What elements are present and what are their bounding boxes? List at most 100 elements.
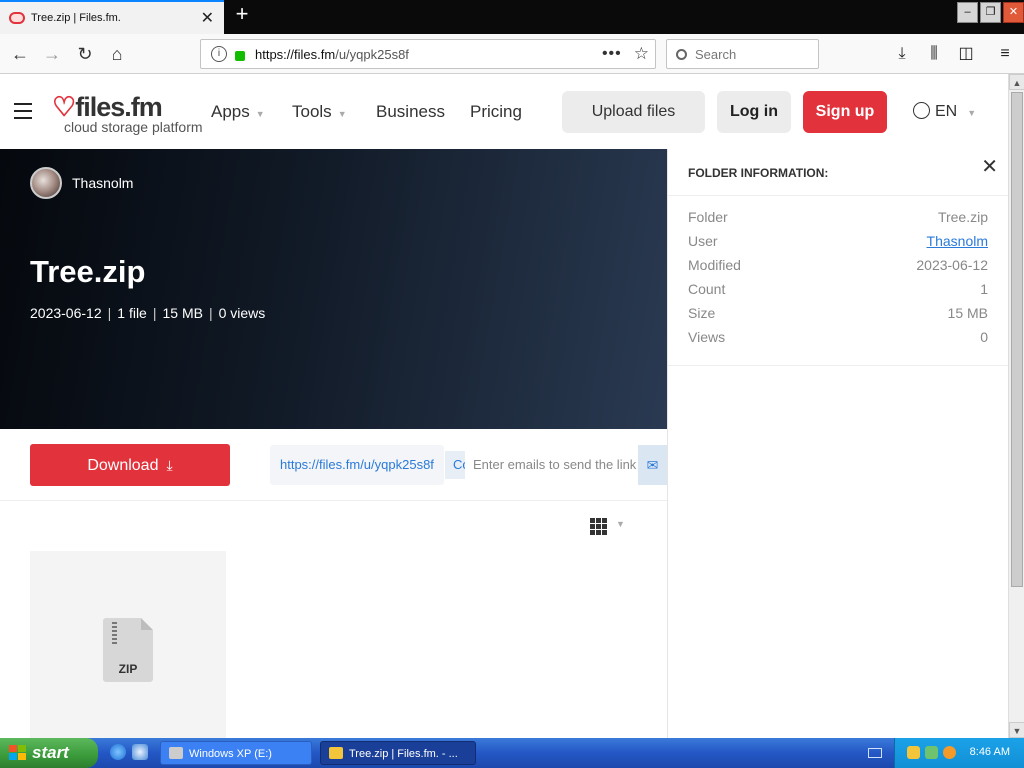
- network-icon[interactable]: [925, 746, 938, 759]
- user-link[interactable]: Thasnolm: [927, 233, 988, 249]
- folder-hero: Thasnolm Tree.zip 2023-06-12 | 1 file | 15 M…: [0, 149, 667, 429]
- upload-files-button[interactable]: Upload files: [562, 91, 705, 133]
- nav-tools-label: Tools: [292, 102, 332, 121]
- clock: 8:46 AM: [969, 746, 1010, 758]
- info-label: Folder: [688, 209, 728, 225]
- address-bar[interactable]: i https://files.fm/u/yqpk25s8f ••• ☆: [200, 39, 656, 69]
- browser-tab-active[interactable]: Tree.zip | Files.fm. ✕: [0, 0, 224, 34]
- scrollbar-thumb[interactable]: [1011, 92, 1023, 587]
- copy-link-button[interactable]: Copy: [445, 451, 465, 479]
- browser-toolbar: ← → ↻ ⌂ i https://files.fm/u/yqpk25s8f •…: [0, 34, 1024, 74]
- back-arrow-icon[interactable]: ←: [8, 42, 32, 66]
- downloads-icon[interactable]: ⤓: [890, 42, 914, 66]
- info-row-modified: Modified 2023-06-12: [688, 253, 988, 277]
- reload-icon[interactable]: ↻: [73, 42, 97, 66]
- nav-tools[interactable]: Tools ▼: [292, 102, 347, 122]
- info-label: Modified: [688, 257, 741, 273]
- start-label: start: [32, 743, 69, 762]
- folder-title: Tree.zip: [30, 254, 146, 289]
- share-link-field[interactable]: https://files.fm/u/yqpk25s8f: [270, 445, 444, 485]
- grid-view-icon: [590, 518, 607, 535]
- info-value: 2023-06-12: [916, 257, 988, 273]
- avatar[interactable]: [30, 167, 62, 199]
- file-card-tree-zip[interactable]: ZIP: [30, 551, 226, 738]
- taskbar-item-explorer[interactable]: Windows XP (E:): [160, 741, 312, 765]
- sign-up-button[interactable]: Sign up: [803, 91, 887, 133]
- keyboard-icon[interactable]: [868, 748, 882, 758]
- nav-apps[interactable]: Apps ▼: [211, 102, 265, 122]
- owner-name[interactable]: Thasnolm: [72, 175, 133, 191]
- folder-actions: Download ⤓ https://files.fm/u/yqpk25s8f C…: [0, 429, 667, 501]
- page-scrollbar[interactable]: ▲ ▼: [1008, 74, 1024, 738]
- internet-explorer-icon[interactable]: [110, 744, 126, 760]
- info-row-user: User Thasnolm: [688, 229, 988, 253]
- page-actions-icon[interactable]: •••: [602, 45, 622, 63]
- library-icon[interactable]: ⫼: [922, 42, 946, 66]
- files-fm-favicon-icon: [9, 12, 25, 24]
- close-icon[interactable]: ✕: [981, 154, 998, 179]
- nav-pricing[interactable]: Pricing: [470, 102, 522, 122]
- sidebar-icon[interactable]: ◫: [954, 42, 978, 66]
- bookmark-star-icon[interactable]: ☆: [634, 44, 649, 64]
- info-row-count: Count 1: [688, 277, 988, 301]
- meta-date: 2023-06-12: [30, 305, 102, 321]
- zip-file-icon: ZIP: [103, 618, 153, 682]
- info-value: 15 MB: [947, 305, 988, 321]
- window-controls: – ❐ ✕: [957, 2, 1024, 23]
- chevron-down-icon: ▼: [967, 108, 977, 118]
- taskbar: start Windows XP (E:) Tree.zip | Files.f…: [0, 738, 1024, 768]
- folder-meta: 2023-06-12 | 1 file | 15 MB | 0 views: [30, 305, 265, 321]
- globe-icon: [913, 102, 930, 119]
- security-shield-icon[interactable]: [907, 746, 920, 759]
- send-email-icon[interactable]: ✉: [638, 445, 667, 485]
- padlock-icon: [235, 51, 245, 61]
- logo-tagline: cloud storage platform: [64, 119, 203, 135]
- system-tray: 8:46 AM: [894, 738, 1024, 768]
- download-button[interactable]: Download ⤓: [30, 444, 230, 486]
- show-desktop-icon[interactable]: [132, 744, 148, 760]
- logo-text: files.fm: [75, 92, 163, 122]
- address-url[interactable]: https://files.fm/u/yqpk25s8f: [255, 47, 602, 62]
- language-selector[interactable]: EN ▼: [913, 102, 976, 121]
- task-label: Windows XP (E:): [189, 748, 272, 760]
- home-icon[interactable]: ⌂: [105, 42, 129, 66]
- view-mode-toggle[interactable]: ▼: [590, 517, 630, 537]
- scroll-down-icon[interactable]: ▼: [1009, 722, 1024, 738]
- meta-views: 0 views: [218, 305, 266, 321]
- close-window-button[interactable]: ✕: [1003, 2, 1024, 23]
- folder-info-list: Folder Tree.zip User Thasnolm Modified 2023…: [688, 205, 988, 349]
- log-in-button[interactable]: Log in: [717, 91, 791, 133]
- folder-info-panel: FOLDER INFORMATION: ✕ Folder Tree.zip Use…: [667, 149, 1008, 738]
- scroll-up-icon[interactable]: ▲: [1009, 74, 1024, 90]
- info-label: Views: [688, 329, 726, 345]
- restore-button[interactable]: ❐: [980, 2, 1001, 23]
- chevron-down-icon: ▼: [255, 109, 265, 119]
- info-label: Size: [688, 305, 716, 321]
- minimize-button[interactable]: –: [957, 2, 978, 23]
- hamburger-menu-icon[interactable]: [14, 103, 32, 119]
- new-tab-button[interactable]: +: [232, 3, 252, 25]
- web-page: ♡files.fm cloud storage platform Apps ▼ T…: [0, 74, 1008, 738]
- download-icon: ⤓: [166, 457, 173, 473]
- search-tray-icon[interactable]: [943, 746, 956, 759]
- task-label: Tree.zip | Files.fm. - ...: [349, 748, 458, 760]
- nav-business[interactable]: Business: [376, 102, 445, 122]
- site-info-icon[interactable]: i: [211, 46, 227, 62]
- url-host: https://files.fm: [255, 46, 336, 62]
- info-value: Tree.zip: [937, 209, 988, 225]
- files-fm-logo[interactable]: ♡files.fm cloud storage platform: [52, 92, 203, 135]
- menu-icon[interactable]: ≡: [993, 42, 1017, 66]
- email-share-input[interactable]: Enter emails to send the link: [466, 445, 638, 485]
- taskbar-item-browser[interactable]: Tree.zip | Files.fm. - ...: [320, 741, 476, 765]
- browser-search-input[interactable]: Search: [666, 39, 819, 69]
- tab-close-icon[interactable]: ✕: [201, 8, 214, 28]
- browser-tab-strip: Tree.zip | Files.fm. ✕ + – ❐ ✕: [0, 0, 1024, 34]
- forward-arrow-icon[interactable]: →: [40, 42, 64, 66]
- site-header: ♡files.fm cloud storage platform Apps ▼ T…: [0, 74, 1008, 149]
- panel-title: FOLDER INFORMATION:: [688, 166, 829, 180]
- divider: [668, 195, 1008, 196]
- start-button[interactable]: start: [0, 738, 98, 768]
- drive-icon: [169, 747, 183, 759]
- search-placeholder: Search: [695, 46, 737, 62]
- meta-separator: |: [208, 305, 213, 321]
